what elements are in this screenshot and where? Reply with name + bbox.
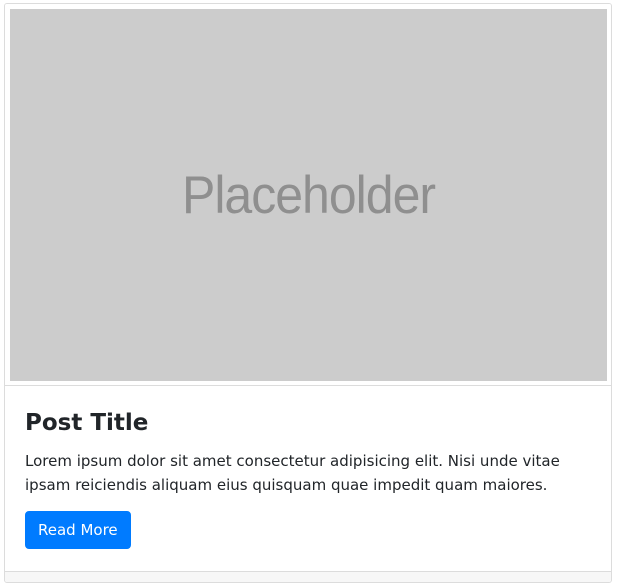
card-image-frame: Placeholder xyxy=(5,4,611,386)
card-image-placeholder: Placeholder xyxy=(10,9,607,381)
post-text: Lorem ipsum dolor sit amet consectetur a… xyxy=(25,452,560,494)
card-body: Post Title Lorem ipsum dolor sit amet co… xyxy=(25,406,591,549)
post-card: Placeholder Post Title Lorem ipsum dolor… xyxy=(4,3,612,583)
read-more-button[interactable]: Read More xyxy=(25,511,131,549)
card-footer xyxy=(5,571,611,582)
placeholder-label: Placeholder xyxy=(181,165,436,225)
post-title: Post Title xyxy=(25,410,149,436)
